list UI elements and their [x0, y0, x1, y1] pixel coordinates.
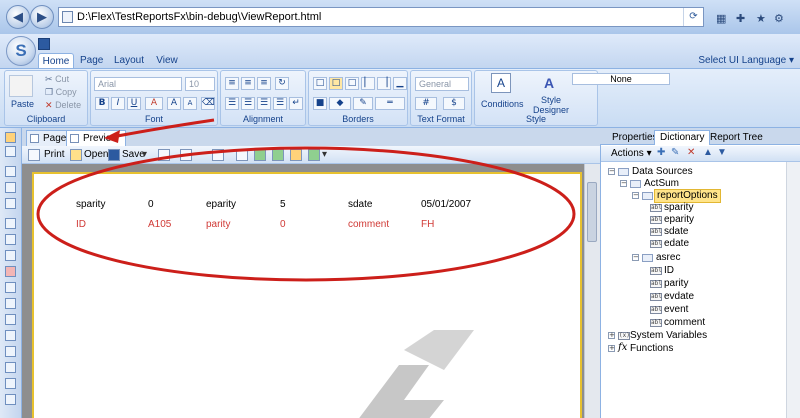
right-panel: [600, 128, 800, 418]
tree-field[interactable]: parity: [664, 278, 688, 290]
tree-field[interactable]: eparity: [664, 214, 694, 226]
tree-field[interactable]: comment: [664, 317, 705, 329]
tree-functions[interactable]: Functions: [630, 343, 673, 355]
tree-field[interactable]: sdate: [664, 226, 688, 238]
move-down-icon[interactable]: ▼: [717, 147, 727, 159]
right-panel-tabs: Properties Dictionary Report Tree: [600, 128, 800, 145]
delete-item-icon[interactable]: ✕: [687, 147, 695, 159]
annotation-ellipse: [36, 146, 576, 282]
system-variables-icon: (x): [618, 332, 630, 340]
tree-report-options[interactable]: reportOptions: [654, 189, 721, 203]
tree-field[interactable]: evdate: [664, 291, 694, 303]
field-icon: abl: [650, 267, 662, 275]
tree-system-variables[interactable]: System Variables: [630, 330, 707, 342]
actions-menu[interactable]: Actions ▾: [611, 148, 652, 160]
tree-field[interactable]: edate: [664, 238, 689, 250]
collapse-icon[interactable]: −: [608, 168, 615, 175]
actions-label: Actions: [611, 148, 644, 159]
dictionary-actions-toolbar: Actions ▾ ✚ ✎ ✕ ▲ ▼: [601, 146, 800, 162]
collapse-icon[interactable]: −: [632, 192, 639, 199]
tree-field[interactable]: ID: [664, 265, 674, 277]
tab-report-tree[interactable]: Report Tree: [704, 130, 769, 145]
move-up-icon[interactable]: ▲: [703, 147, 713, 159]
tree-scrollbar[interactable]: [786, 162, 800, 418]
field-icon: abl: [650, 216, 662, 224]
functions-fx-icon: fx: [618, 342, 628, 353]
field-icon: abl: [650, 204, 662, 212]
data-sources-icon: [618, 168, 629, 176]
tree-field[interactable]: sparity: [664, 202, 693, 214]
annotation-arrow-head: [104, 130, 120, 143]
tree-field[interactable]: event: [664, 304, 688, 316]
tree-data-sources[interactable]: Data Sources: [632, 166, 693, 178]
tab-dictionary[interactable]: Dictionary: [654, 130, 711, 145]
expand-icon[interactable]: +: [608, 332, 615, 339]
field-icon: abl: [650, 319, 662, 327]
field-icon: abl: [650, 240, 662, 248]
tree-asrec[interactable]: asrec: [656, 252, 680, 264]
collapse-icon[interactable]: −: [620, 180, 627, 187]
expand-icon[interactable]: +: [608, 345, 615, 352]
collapse-icon[interactable]: −: [632, 254, 639, 261]
field-icon: abl: [650, 228, 662, 236]
field-icon: abl: [650, 306, 662, 314]
table-icon: [642, 192, 653, 200]
new-item-icon[interactable]: ✚: [657, 147, 665, 159]
field-icon: abl: [650, 293, 662, 301]
field-icon: abl: [650, 280, 662, 288]
table-icon: [642, 254, 653, 262]
edit-item-icon[interactable]: ✎: [671, 147, 679, 159]
annotation-arrow-line: [111, 118, 215, 139]
datasource-icon: [630, 180, 641, 188]
